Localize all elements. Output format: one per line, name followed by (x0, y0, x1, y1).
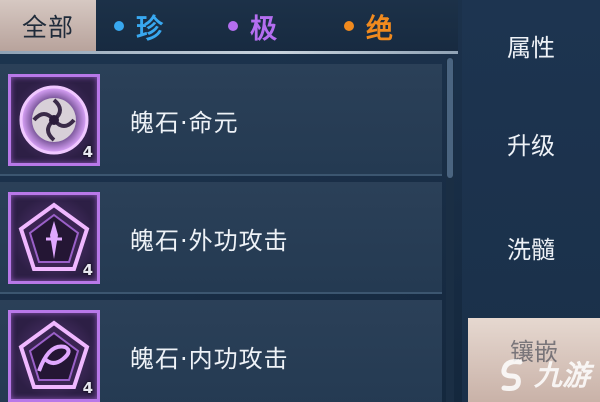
side-menu-upgrade[interactable]: 升级 (462, 108, 600, 178)
item-icon-frame: 4 (8, 310, 100, 402)
tab-epic[interactable]: 极 (228, 4, 277, 48)
soulstone-list: 4 魄石·命元 4 魄石·外功攻击 4 魄石·内功攻击 (0, 58, 444, 402)
game-screen: 全部 珍 极 绝 4 魄石·命元 4 魄石·外功攻击 4 魄石·内功攻击 属性 … (0, 0, 600, 402)
item-name: 魄石·外功攻击 (130, 226, 289, 255)
tab-all-label: 全部 (21, 12, 74, 42)
watermark-text: 九游 (533, 359, 590, 392)
list-item[interactable]: 4 魄石·内功攻击 (0, 300, 442, 402)
side-menu-refine[interactable]: 洗髓 (462, 212, 600, 282)
side-menu-label: 属性 (507, 33, 555, 62)
rarity-dot-icon (228, 21, 238, 31)
tab-rare[interactable]: 珍 (114, 4, 163, 48)
item-level: 4 (82, 379, 93, 397)
side-menu-attributes[interactable]: 属性 (462, 10, 600, 80)
tab-legendary[interactable]: 绝 (344, 4, 393, 48)
tab-underline (0, 51, 458, 54)
list-scrollbar[interactable] (446, 58, 454, 402)
item-name: 魄石·内功攻击 (130, 344, 289, 373)
tab-rare-label: 珍 (136, 13, 163, 45)
item-level: 4 (82, 261, 93, 279)
tab-all[interactable]: 全部 (0, 0, 96, 51)
item-icon-frame: 4 (8, 192, 100, 284)
rarity-dot-icon (114, 21, 124, 31)
rarity-dot-icon (344, 21, 354, 31)
tab-legendary-label: 绝 (366, 13, 393, 45)
side-menu-label: 升级 (507, 131, 555, 160)
rarity-filter-bar: 全部 珍 极 绝 (0, 0, 458, 54)
item-icon-frame: 4 (8, 74, 100, 166)
scroll-thumb[interactable] (447, 58, 453, 178)
list-item[interactable]: 4 魄石·外功攻击 (0, 182, 442, 294)
site-watermark: 九游 (494, 354, 590, 394)
tab-epic-label: 极 (250, 13, 277, 45)
item-level: 4 (82, 143, 93, 161)
nine-game-logo-icon (501, 359, 523, 391)
list-item[interactable]: 4 魄石·命元 (0, 64, 442, 176)
side-menu-label: 洗髓 (507, 235, 555, 264)
item-name: 魄石·命元 (130, 108, 239, 137)
side-menu: 属性 升级 洗髓 镶嵌 (462, 0, 600, 402)
